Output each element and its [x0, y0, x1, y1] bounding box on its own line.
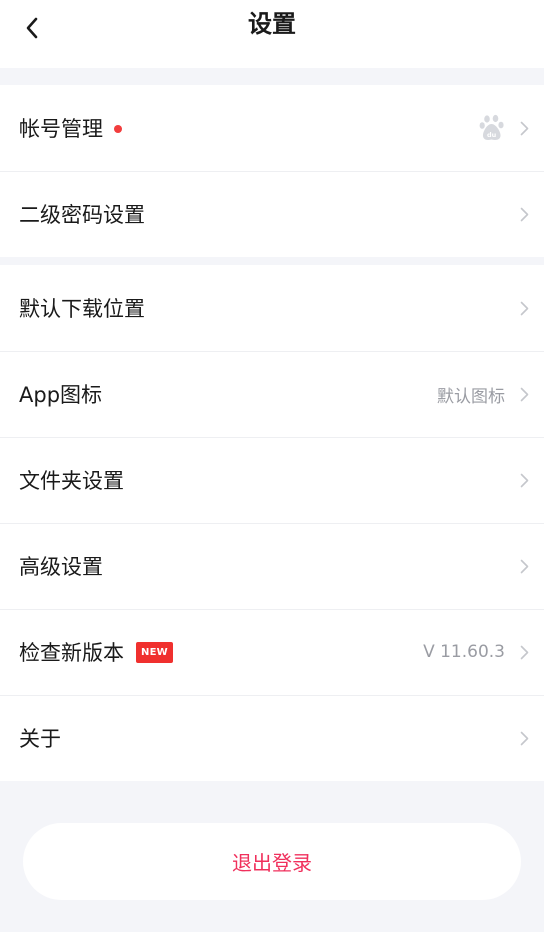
- settings-item-label: 文件夹设置: [19, 469, 124, 493]
- logout-button[interactable]: 退出登录: [23, 823, 521, 900]
- settings-item-download-location[interactable]: 默认下载位置: [0, 265, 544, 351]
- settings-item-label: 关于: [19, 727, 61, 751]
- settings-item-about[interactable]: 关于: [0, 695, 544, 781]
- settings-item-check-update[interactable]: 检查新版本 NEW V 11.60.3: [0, 609, 544, 695]
- row-right: V 11.60.3: [423, 642, 529, 662]
- settings-item-label: 默认下载位置: [19, 297, 145, 321]
- settings-item-account[interactable]: 帐号管理 du: [0, 85, 544, 171]
- settings-page: 设置 帐号管理 du 二级密码设置 默认下载位置 App图标 默认图标 文件夹设…: [0, 0, 544, 932]
- settings-item-label: 帐号管理: [19, 117, 103, 141]
- new-badge: NEW: [136, 641, 173, 663]
- chevron-right-icon: [519, 300, 529, 316]
- chevron-right-icon: [519, 120, 529, 136]
- header-bar: 设置: [0, 0, 544, 68]
- baidu-paw-icon: du: [479, 114, 505, 142]
- row-right: [519, 730, 529, 746]
- settings-group-account: 帐号管理 du 二级密码设置: [0, 85, 544, 257]
- settings-item-label: 高级设置: [19, 555, 103, 579]
- row-right: [519, 206, 529, 222]
- row-right: du: [479, 114, 529, 142]
- chevron-right-icon: [519, 558, 529, 574]
- settings-item-label: App图标: [19, 383, 103, 407]
- settings-item-label: 二级密码设置: [19, 203, 145, 227]
- settings-item-advanced[interactable]: 高级设置: [0, 523, 544, 609]
- chevron-right-icon: [519, 730, 529, 746]
- version-value: V 11.60.3: [423, 642, 505, 662]
- page-title: 设置: [248, 10, 296, 38]
- row-right: [519, 300, 529, 316]
- chevron-right-icon: [519, 206, 529, 222]
- settings-item-label: 检查新版本: [19, 641, 124, 665]
- settings-item-value: 默认图标: [437, 386, 505, 407]
- chevron-right-icon: [519, 644, 529, 660]
- row-right: [519, 472, 529, 488]
- chevron-right-icon: [519, 472, 529, 488]
- row-right: [519, 558, 529, 574]
- settings-item-secondary-password[interactable]: 二级密码设置: [0, 171, 544, 257]
- row-right: 默认图标: [437, 382, 529, 407]
- notification-dot: [114, 125, 122, 133]
- settings-item-folder[interactable]: 文件夹设置: [0, 437, 544, 523]
- settings-group-general: 默认下载位置 App图标 默认图标 文件夹设置 高级设置 检查新版本 NEW V…: [0, 265, 544, 781]
- settings-item-app-icon[interactable]: App图标 默认图标: [0, 351, 544, 437]
- svg-text:du: du: [487, 131, 497, 139]
- chevron-right-icon: [519, 386, 529, 402]
